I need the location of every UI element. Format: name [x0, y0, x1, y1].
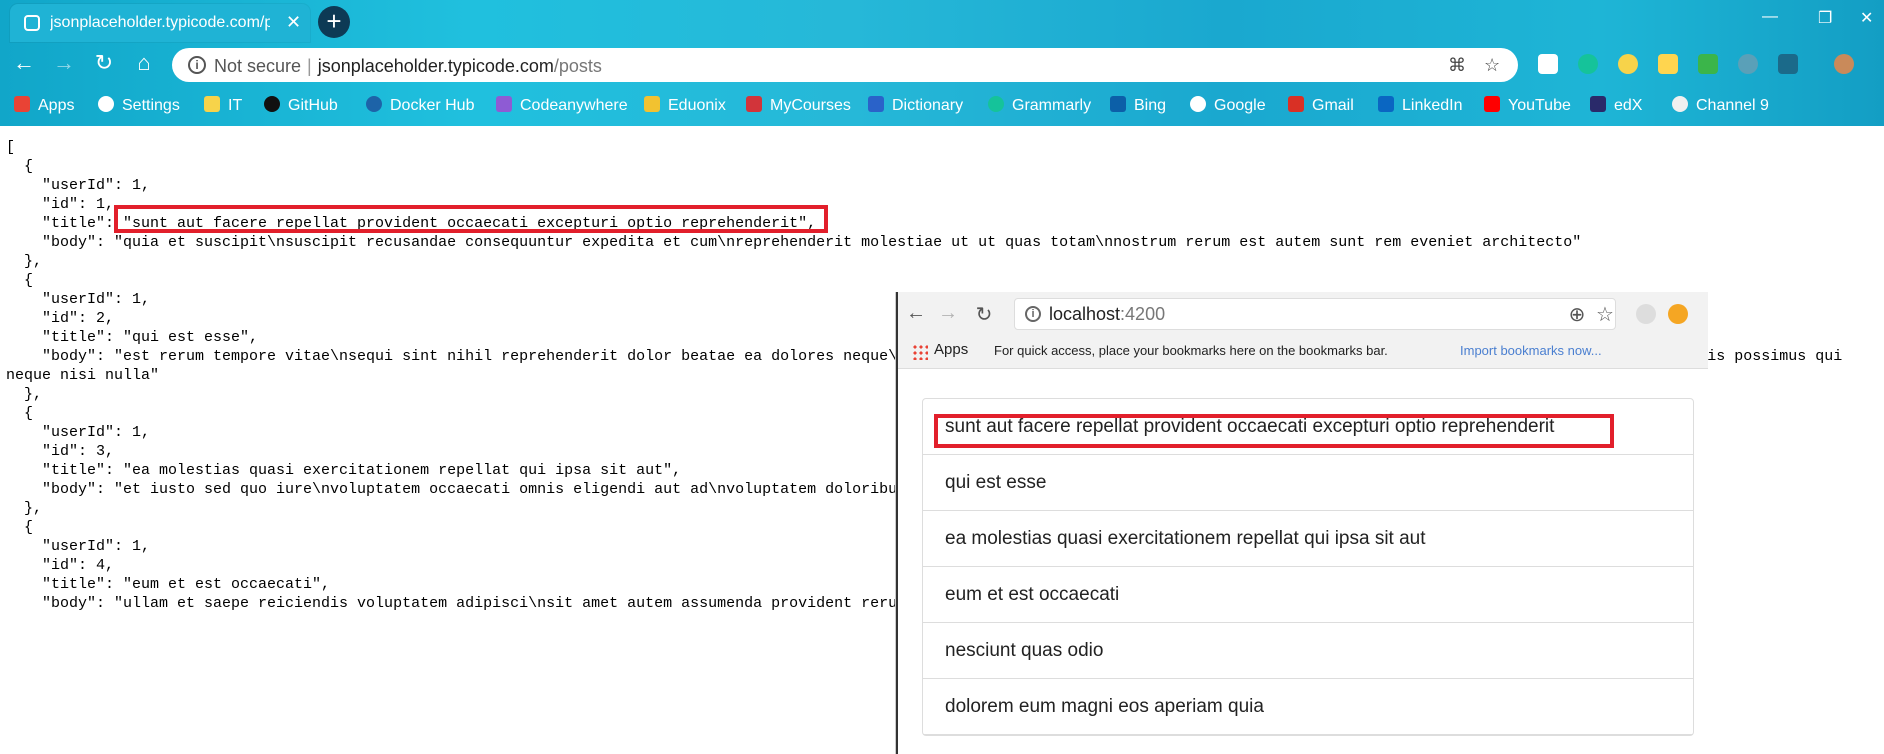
post-list: sunt aut facere repellat provident occae…	[922, 398, 1694, 736]
bookmark-item[interactable]: Gmail	[1288, 96, 1354, 115]
bookmark-item[interactable]: Eduonix	[644, 96, 726, 115]
info-icon[interactable]: i	[1025, 306, 1041, 322]
back-button[interactable]: ←	[904, 302, 928, 325]
github-extension-icon[interactable]	[1738, 54, 1758, 74]
bookmarks-bar: Apps Settings IT GitHub Docker Hub Codea…	[0, 90, 1884, 122]
folder-icon	[204, 96, 220, 112]
mycourses-icon	[746, 96, 762, 112]
list-item[interactable]: eum et est occaecati	[923, 567, 1693, 623]
bookmark-item[interactable]: Apps	[14, 96, 74, 115]
github-icon	[264, 96, 280, 112]
channel9-icon	[1672, 96, 1688, 112]
home-button[interactable]: ⌂	[130, 50, 158, 76]
window-close-button[interactable]: ✕	[1860, 8, 1873, 28]
star-icon[interactable]: ☆	[1484, 55, 1500, 76]
bookmark-item[interactable]: Grammarly	[988, 96, 1091, 115]
new-tab-button[interactable]: +	[318, 6, 350, 38]
json-title-highlight	[114, 205, 828, 233]
address-separator: |	[307, 56, 312, 76]
list-item[interactable]: nesciunt quas odio	[923, 623, 1693, 679]
cube-icon	[496, 96, 512, 112]
apps-bookmark[interactable]: Apps	[934, 341, 968, 358]
youtube-icon	[1484, 96, 1500, 112]
grammarly-extension-icon[interactable]	[1578, 54, 1598, 74]
address-text[interactable]: Not secure | jsonplaceholder.typicode.com/…	[214, 56, 602, 77]
localhost-window: ← → ↻ i localhost:4200 ⊕ ☆ Apps For quic…	[896, 292, 1708, 754]
back-button[interactable]: ←	[10, 50, 38, 76]
bookmark-item[interactable]: GitHub	[264, 96, 338, 115]
gear-icon	[98, 96, 114, 112]
bookmark-item[interactable]: Bing	[1110, 96, 1166, 115]
grammarly-icon	[988, 96, 1004, 112]
reload-button[interactable]: ↻	[972, 302, 996, 327]
bookmark-item[interactable]: IT	[204, 96, 242, 115]
home-extension-icon[interactable]	[1658, 54, 1678, 74]
url-path: /posts	[553, 56, 602, 76]
list-item[interactable]: qui est esse	[923, 455, 1693, 511]
bookmark-item[interactable]: MyCourses	[746, 96, 851, 115]
tab-close-icon[interactable]: ✕	[286, 12, 301, 33]
localhost-nav-bar: ← → ↻ i localhost:4200 ⊕ ☆	[898, 292, 1708, 334]
address-bar[interactable]: i Not secure | jsonplaceholder.typicode.co…	[172, 48, 1518, 82]
bookmark-item[interactable]: Channel 9	[1672, 96, 1769, 115]
reload-button[interactable]: ↻	[90, 50, 118, 76]
extension-icon[interactable]	[1636, 304, 1656, 324]
info-icon[interactable]: i	[188, 56, 206, 74]
translate-icon[interactable]: ⌘	[1448, 55, 1466, 76]
bookmark-item[interactable]: Codeanywhere	[496, 96, 628, 115]
bookmark-item[interactable]: YouTube	[1484, 96, 1571, 115]
tab-title: jsonplaceholder.typicode.com/po	[50, 14, 270, 31]
tab-favicon-icon	[24, 15, 40, 31]
eduonix-icon	[644, 96, 660, 112]
list-item[interactable]: dolorem eum magni eos aperiam quia	[923, 679, 1693, 735]
check-extension-icon[interactable]	[1698, 54, 1718, 74]
linkedin-icon	[1378, 96, 1394, 112]
localhost-bookmarks-bar: Apps For quick access, place your bookma…	[898, 334, 1708, 369]
gmail-icon	[1288, 96, 1304, 112]
localhost-address-bar[interactable]: i localhost:4200 ⊕ ☆	[1014, 298, 1616, 330]
bookmark-item[interactable]: Dictionary	[868, 96, 963, 115]
extension-u-icon[interactable]	[1538, 54, 1558, 74]
profile-avatar[interactable]	[1834, 54, 1854, 74]
apps-grid-icon[interactable]	[912, 344, 928, 360]
google-icon	[1190, 96, 1206, 112]
list-item[interactable]: ea molestias quasi exercitationem repell…	[923, 511, 1693, 567]
localhost-url: localhost:4200	[1049, 304, 1166, 324]
forward-button[interactable]: →	[50, 50, 78, 76]
bookmark-item[interactable]: Google	[1190, 96, 1266, 115]
star-icon[interactable]: ☆	[1593, 302, 1617, 327]
browser-tab[interactable]: jsonplaceholder.typicode.com/po ✕	[10, 4, 310, 42]
list-title-highlight	[934, 414, 1614, 448]
import-bookmarks-link[interactable]: Import bookmarks now...	[1460, 343, 1602, 358]
url-host: jsonplaceholder.typicode.com	[317, 56, 554, 76]
minimize-button[interactable]: —	[1762, 8, 1778, 26]
pdf-extension-icon[interactable]	[1778, 54, 1798, 74]
bookmark-item[interactable]: LinkedIn	[1378, 96, 1463, 115]
browser-chrome: jsonplaceholder.typicode.com/po ✕ + — ❐ …	[0, 0, 1884, 126]
navigation-bar: ← → ↻ ⌂ i Not secure | jsonplaceholder.typ…	[0, 44, 1884, 84]
forward-button[interactable]: →	[936, 302, 960, 325]
upload-extension-icon[interactable]	[1668, 304, 1688, 324]
bookmark-item[interactable]: Docker Hub	[366, 96, 474, 115]
restore-button[interactable]: ❐	[1818, 8, 1832, 28]
bookmark-item[interactable]: Settings	[98, 96, 180, 115]
bookmark-item[interactable]: edX	[1590, 96, 1642, 115]
zoom-icon[interactable]: ⊕	[1565, 302, 1589, 327]
search-extension-icon[interactable]	[1618, 54, 1638, 74]
bookmarks-hint: For quick access, place your bookmarks h…	[994, 343, 1388, 358]
dictionary-icon	[868, 96, 884, 112]
security-label: Not secure	[214, 56, 302, 76]
bing-icon	[1110, 96, 1126, 112]
docker-icon	[366, 96, 382, 112]
apps-grid-icon	[14, 96, 30, 112]
edx-icon	[1590, 96, 1606, 112]
